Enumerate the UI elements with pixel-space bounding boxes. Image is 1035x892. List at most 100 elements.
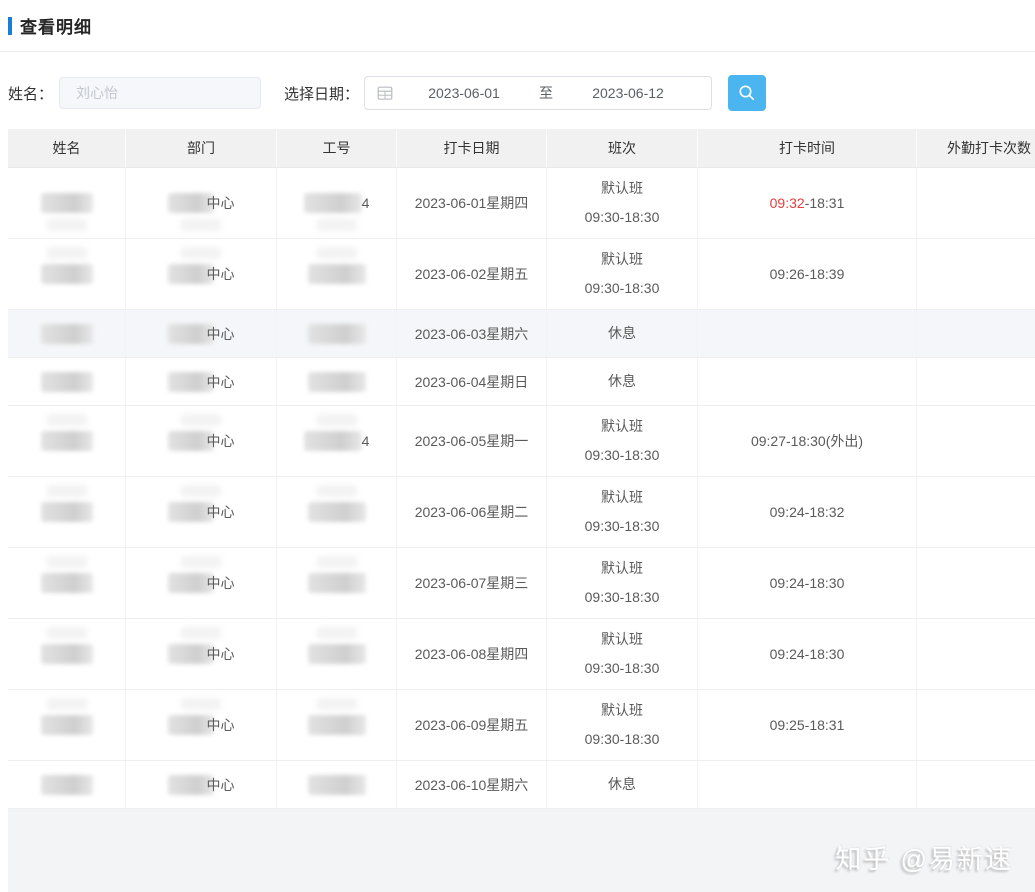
time-normal: -18:31 <box>804 195 845 211</box>
dept-suffix: 中心 <box>206 373 235 390</box>
shift-cell: 默认班 09:30-18:30 <box>547 406 698 476</box>
dept-suffix: 中心 <box>206 266 235 282</box>
department-cell: 中心 <box>126 761 277 808</box>
redacted-name <box>40 431 93 451</box>
table-header-row: 姓名 部门 工号 打卡日期 班次 打卡时间 外勤打卡次数 <box>8 129 1035 168</box>
redaction-ghost <box>316 627 357 639</box>
redacted-name <box>40 715 93 735</box>
redacted-employee-id <box>307 502 366 522</box>
col-header-shift: 班次 <box>547 129 698 167</box>
redacted-name <box>40 774 93 795</box>
redaction-ghost <box>181 219 221 231</box>
time-normal: 09:24-18:30 <box>769 646 845 662</box>
field-count-cell <box>917 310 1035 357</box>
employee-id-cell <box>277 690 397 760</box>
id-suffix: 4 <box>361 433 370 449</box>
department-cell: 中心 <box>126 168 277 238</box>
shift-cell: 默认班 09:30-18:30 <box>547 548 698 618</box>
punch-time-cell: 09:24-18:30 <box>698 548 917 618</box>
redacted-employee-id <box>307 573 366 593</box>
filter-bar: 姓名： 选择日期： 2023-06-01 至 2023-06-12 <box>0 52 1035 134</box>
date-cell: 2023-06-01星期四 <box>397 168 547 238</box>
col-header-employee-id: 工号 <box>277 129 397 167</box>
search-button[interactable] <box>728 75 767 111</box>
redaction-ghost <box>316 698 357 710</box>
date-cell: 2023-06-04星期日 <box>397 358 547 405</box>
name-cell <box>8 477 126 547</box>
redaction-ghost <box>181 698 221 710</box>
shift-cell: 默认班 09:30-18:30 <box>547 619 698 689</box>
redacted-name <box>40 264 93 284</box>
name-cell <box>8 168 126 238</box>
dept-suffix: 中心 <box>206 717 235 733</box>
department-cell: 中心 <box>126 548 277 618</box>
name-cell <box>8 548 126 618</box>
date-end-value[interactable]: 2023-06-12 <box>557 85 699 101</box>
table-row: 中心 2023-06-04星期日 休息 <box>8 358 1035 406</box>
dept-suffix: 中心 <box>206 575 235 591</box>
field-count-cell <box>917 619 1035 689</box>
table-row: 中心 2023-06-08星期四 默认班 09:30-18:30 09:24-18… <box>8 619 1035 690</box>
department-cell: 中心 <box>126 310 277 357</box>
calendar-icon <box>377 86 393 100</box>
shift-cell: 休息 <box>547 761 698 808</box>
name-cell <box>8 358 126 405</box>
table-row: 中心 4 2023-06-05星期一 默认班 09:30-18:30 09:27-… <box>8 406 1035 477</box>
redacted-employee-id <box>307 715 366 735</box>
employee-id-cell: 4 <box>277 168 397 238</box>
date-range-separator: 至 <box>539 85 554 101</box>
employee-id-cell <box>277 358 397 405</box>
punch-time-cell: 09:25-18:31 <box>698 690 917 760</box>
table-row: 中心 2023-06-10星期六 休息 <box>8 761 1035 809</box>
department-cell: 中心 <box>126 406 277 476</box>
col-header-department: 部门 <box>126 129 277 167</box>
punch-time-cell: 09:24-18:32 <box>698 477 917 547</box>
redaction-ghost <box>181 485 221 497</box>
table-row: 中心 2023-06-09星期五 默认班 09:30-18:30 09:25-18… <box>8 690 1035 761</box>
field-count-cell <box>917 690 1035 760</box>
employee-id-cell: 4 <box>277 406 397 476</box>
date-cell: 2023-06-03星期六 <box>397 310 547 357</box>
department-cell: 中心 <box>126 358 277 405</box>
redaction-ghost <box>46 556 87 568</box>
date-start-value[interactable]: 2023-06-01 <box>393 85 535 101</box>
dept-suffix: 中心 <box>206 195 235 211</box>
redaction-ghost <box>181 556 221 568</box>
shift-cell: 默认班 09:30-18:30 <box>547 168 698 238</box>
punch-time-cell: 09:27-18:30(外出) <box>698 406 917 476</box>
table-row: 中心 2023-06-07星期三 默认班 09:30-18:30 09:24-18… <box>8 548 1035 619</box>
date-range-picker[interactable]: 2023-06-01 至 2023-06-12 <box>364 76 713 110</box>
name-cell <box>8 406 126 476</box>
redacted-name <box>40 573 93 593</box>
employee-id-cell <box>277 548 397 618</box>
redacted-name <box>40 323 93 344</box>
employee-id-cell <box>277 477 397 547</box>
department-cell: 中心 <box>126 477 277 547</box>
date-cell: 2023-06-10星期六 <box>397 761 547 808</box>
page: 查看明细 姓名： 选择日期： 2023-06-01 至 2023-06-12 <box>0 0 1035 892</box>
table-row: 中心 2023-06-03星期六 休息 <box>8 310 1035 358</box>
col-header-punch-date: 打卡日期 <box>397 129 547 167</box>
redacted-employee-id <box>307 323 366 344</box>
punch-time-cell: 09:24-18:30 <box>698 619 917 689</box>
field-count-cell <box>917 406 1035 476</box>
punch-time-cell: 09:32 -18:31 <box>698 168 917 238</box>
page-header: 查看明细 <box>0 0 1035 38</box>
field-count-cell <box>917 548 1035 618</box>
employee-id-cell <box>277 239 397 309</box>
redaction-ghost <box>46 627 87 639</box>
redacted-name <box>40 193 93 213</box>
name-input[interactable] <box>59 77 262 109</box>
name-cell <box>8 310 126 357</box>
redaction-ghost <box>46 414 87 426</box>
redaction-ghost <box>316 556 357 568</box>
field-count-cell <box>917 358 1035 405</box>
time-late: 09:32 <box>769 195 805 211</box>
page-title: 查看明细 <box>20 18 92 37</box>
shift-cell: 休息 <box>547 358 698 405</box>
col-header-punch-time: 打卡时间 <box>698 129 917 167</box>
employee-id-cell <box>277 310 397 357</box>
date-cell: 2023-06-07星期三 <box>397 548 547 618</box>
time-normal: 09:24-18:32 <box>769 504 845 520</box>
redaction-ghost <box>46 698 87 710</box>
